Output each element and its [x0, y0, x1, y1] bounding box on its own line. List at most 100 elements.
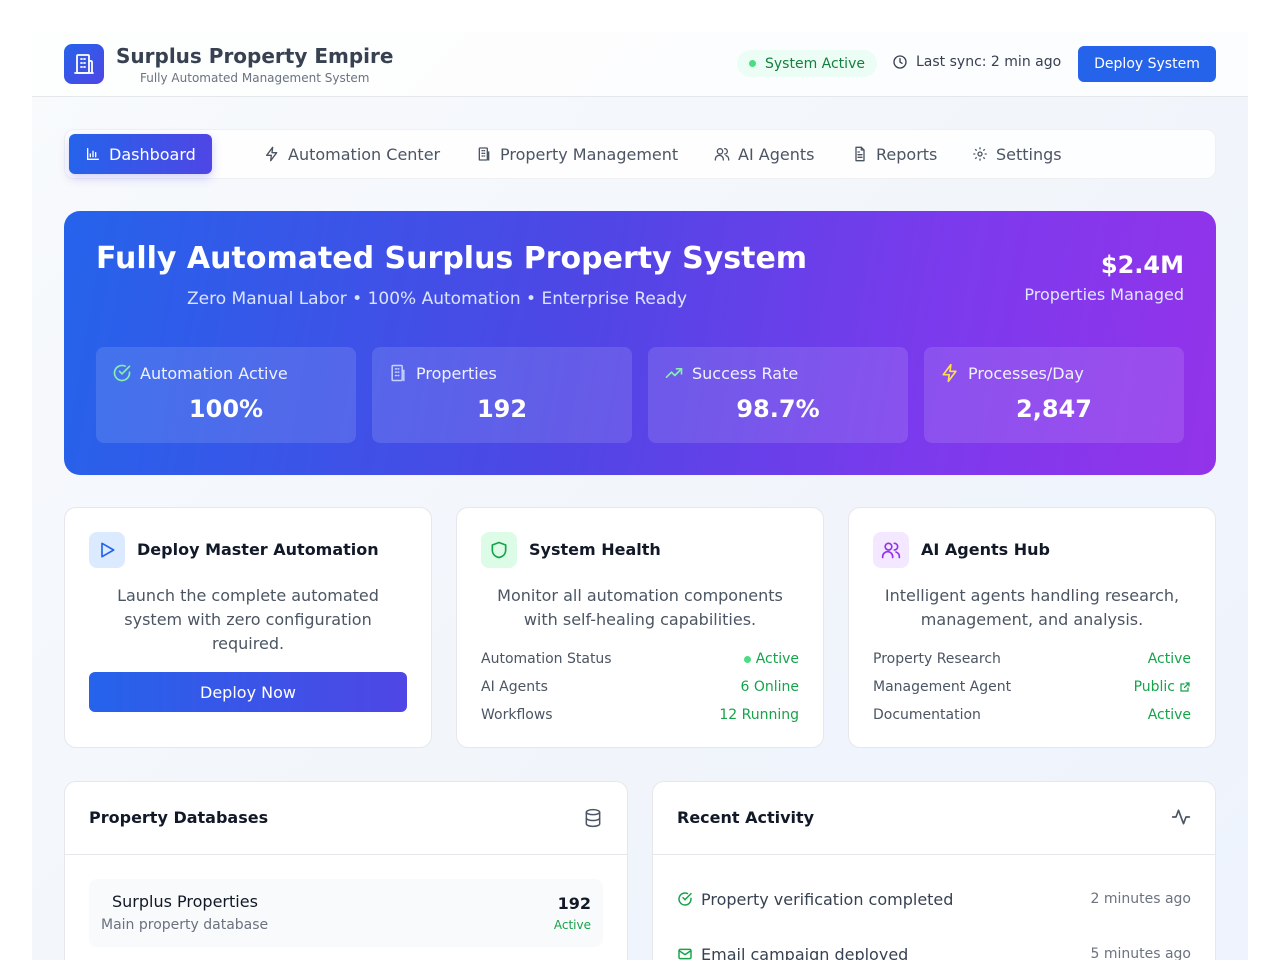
- tab-ai-agents[interactable]: AI Agents: [698, 134, 830, 174]
- system-status-text: System Active: [765, 55, 865, 72]
- play-icon: [101, 542, 115, 558]
- status-dot-icon: [743, 655, 751, 663]
- last-sync-text: Last sync: 2 min ago: [916, 54, 1062, 70]
- users-icon: [714, 148, 730, 161]
- tab-settings[interactable]: Settings: [956, 134, 1078, 174]
- property-databases-panel: Property Databases Surplus Properties Ma…: [64, 781, 628, 960]
- activity-item: Email campaign deployed 5 minutes ago: [677, 942, 1191, 960]
- agent-row-documentation: Documentation Active: [873, 705, 1191, 725]
- tab-label: Reports: [876, 144, 938, 164]
- hero-banner: Fully Automated Surplus Property System …: [64, 211, 1216, 475]
- tab-label: Automation Center: [288, 144, 441, 164]
- deploy-automation-card: Deploy Master Automation Launch the comp…: [64, 507, 432, 748]
- tab-label: Property Management: [500, 144, 679, 164]
- panel-header: Property Databases: [65, 782, 627, 855]
- stat-label: Automation Active: [140, 363, 288, 383]
- stat-properties: Properties 192: [372, 347, 632, 443]
- health-row-automation-status: Automation Status Active: [481, 649, 799, 669]
- row-key: Management Agent: [873, 679, 1012, 695]
- stat-label: Success Rate: [692, 363, 799, 383]
- top-header: Surplus Property Empire Fully Automated …: [32, 32, 1248, 97]
- panel-header: Recent Activity: [653, 782, 1215, 855]
- stat-automation-active: Automation Active 100%: [96, 347, 356, 443]
- logo: [64, 44, 104, 84]
- document-icon: [855, 146, 865, 162]
- building-icon: [74, 54, 94, 74]
- card-description: Monitor all automation components with s…: [497, 586, 783, 629]
- check-circle-icon: [113, 364, 131, 382]
- card-title: AI Agents Hub: [921, 540, 1050, 559]
- stat-value: 100%: [188, 395, 264, 423]
- row-key: Documentation: [873, 707, 981, 723]
- database-description: Main property database: [101, 917, 269, 933]
- row-value-text: Active: [755, 651, 799, 667]
- tab-automation-center[interactable]: Automation Center: [248, 134, 456, 174]
- recent-activity-panel: Recent Activity Property verification co…: [652, 781, 1216, 960]
- stat-processes-per-day: Processes/Day 2,847: [924, 347, 1184, 443]
- row-value-text: Public: [1133, 679, 1175, 695]
- stat-label-row: Properties: [388, 363, 497, 383]
- lightning-icon: [942, 363, 957, 383]
- database-row-surplus-properties[interactable]: Surplus Properties Main property databas…: [89, 879, 603, 947]
- ai-agents-hub-card: AI Agents Hub Intelligent agents handlin…: [848, 507, 1216, 748]
- card-description: Launch the complete automated system wit…: [117, 586, 379, 653]
- status-dot-icon: [749, 60, 756, 67]
- panel-title: Recent Activity: [677, 808, 815, 827]
- shield-icon: [491, 541, 507, 559]
- tab-label: AI Agents: [738, 144, 815, 164]
- mail-icon: [678, 948, 692, 960]
- row-value: Active: [1147, 707, 1191, 723]
- deploy-now-button[interactable]: Deploy Now: [89, 672, 407, 712]
- stat-success-rate: Success Rate 98.7%: [648, 347, 908, 443]
- deploy-system-button[interactable]: Deploy System: [1078, 46, 1216, 82]
- properties-managed-value: $2.4M: [1100, 251, 1184, 279]
- trending-up-icon: [665, 368, 683, 378]
- tab-dashboard[interactable]: Dashboard: [69, 134, 212, 174]
- tab-label: Settings: [996, 144, 1062, 164]
- card-icon-box: [873, 532, 909, 568]
- last-sync: Last sync: 2 min ago: [892, 54, 1061, 70]
- building-icon: [391, 364, 405, 382]
- stat-value: 98.7%: [736, 395, 820, 423]
- card-title: Deploy Master Automation: [137, 540, 379, 559]
- stat-label-row: Success Rate: [664, 363, 798, 383]
- activity-text: Email campaign deployed: [701, 944, 909, 960]
- row-key: AI Agents: [481, 679, 548, 695]
- tab-property-management[interactable]: Property Management: [460, 134, 694, 174]
- app-window: Surplus Property Empire Fully Automated …: [32, 32, 1248, 960]
- bar-chart-icon: [87, 148, 99, 160]
- row-value: 6 Online: [740, 679, 799, 695]
- external-link-icon: [1180, 682, 1190, 692]
- row-value: Active: [1147, 651, 1191, 667]
- stat-value: 192: [476, 395, 528, 423]
- users-icon: [881, 542, 901, 559]
- health-row-ai-agents: AI Agents 6 Online: [481, 677, 799, 697]
- activity-pulse-icon: [1171, 809, 1191, 825]
- health-row-workflows: Workflows 12 Running: [481, 705, 799, 725]
- row-key: Automation Status: [481, 651, 612, 667]
- management-agent-public-link[interactable]: Public: [1134, 679, 1191, 695]
- stat-value: 2,847: [1016, 395, 1092, 423]
- hero-subtitle: Zero Manual Labor • 100% Automation • En…: [187, 289, 688, 309]
- row-key: Workflows: [481, 707, 553, 723]
- agent-row-management-agent: Management Agent Public: [873, 677, 1191, 697]
- stat-label-row: Processes/Day: [940, 363, 1084, 383]
- database-name: Surplus Properties: [112, 892, 258, 911]
- row-key: Property Research: [873, 651, 1001, 667]
- card-title: System Health: [529, 540, 661, 559]
- activity-item: Property verification completed 2 minute…: [677, 887, 1191, 911]
- agent-row-property-research: Property Research Active: [873, 649, 1191, 669]
- app-title: Surplus Property Empire: [116, 44, 394, 68]
- clock-icon: [893, 55, 907, 69]
- main-nav-tabs: Dashboard Automation Center Property Man…: [64, 129, 1216, 179]
- row-value: Active: [743, 651, 799, 667]
- gear-icon: [973, 147, 987, 161]
- tab-reports[interactable]: Reports: [836, 134, 953, 174]
- system-health-card: System Health Monitor all automation com…: [456, 507, 824, 748]
- stat-label: Properties: [416, 363, 497, 383]
- stat-label: Processes/Day: [968, 363, 1084, 383]
- hero-title: Fully Automated Surplus Property System: [96, 241, 808, 276]
- building-icon: [478, 147, 490, 161]
- panel-title: Property Databases: [89, 808, 269, 827]
- activity-time: 5 minutes ago: [1090, 946, 1191, 960]
